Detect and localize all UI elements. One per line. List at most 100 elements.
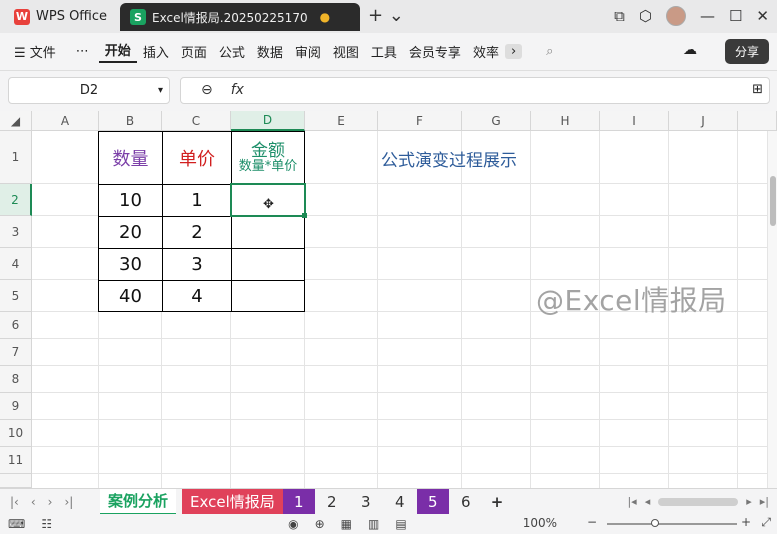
fill-handle[interactable] bbox=[302, 213, 307, 218]
row-header-11[interactable]: 11 bbox=[0, 447, 32, 474]
cell-c5[interactable]: 4 bbox=[162, 280, 231, 312]
horizontal-scroll-thumb[interactable] bbox=[658, 497, 739, 506]
cell-c2[interactable]: 1 bbox=[162, 184, 231, 216]
restore-tabs-icon[interactable]: ⧉ bbox=[614, 7, 625, 25]
row-header-7[interactable]: 7 bbox=[0, 339, 32, 366]
scroll-left-icon[interactable]: ◂ bbox=[645, 495, 651, 508]
prev-sheet-icon[interactable]: ‹ bbox=[31, 495, 36, 509]
cell-b4[interactable]: 30 bbox=[98, 248, 162, 280]
next-sheet-icon[interactable]: › bbox=[48, 495, 53, 509]
share-button[interactable]: 分享 bbox=[724, 39, 769, 64]
sheet-tab-case-analysis[interactable]: 案例分析 bbox=[100, 488, 177, 515]
cell-b5[interactable]: 40 bbox=[98, 280, 162, 312]
col-header-b[interactable]: B bbox=[99, 111, 162, 131]
macro-icon[interactable]: ⌨ bbox=[0, 517, 33, 531]
menu-formula[interactable]: 公式 bbox=[213, 42, 251, 61]
col-header-f[interactable]: F bbox=[378, 111, 462, 131]
menu-insert[interactable]: 插入 bbox=[137, 42, 175, 61]
sheet-tab-5[interactable]: 5 bbox=[416, 488, 449, 515]
zoom-level[interactable]: 100% bbox=[523, 516, 557, 530]
row-header-6[interactable]: 6 bbox=[0, 312, 32, 339]
maximize-icon[interactable]: ☐ bbox=[729, 7, 742, 25]
menu-tools[interactable]: 工具 bbox=[365, 42, 403, 61]
row-header-12[interactable] bbox=[0, 474, 32, 488]
row-header-4[interactable]: 4 bbox=[0, 248, 32, 280]
menu-efficiency[interactable]: 效率 bbox=[467, 42, 505, 61]
vertical-scrollbar[interactable] bbox=[767, 131, 777, 488]
select-all-corner[interactable]: ◢ bbox=[0, 111, 32, 131]
cell-c1-price-header[interactable]: 单价 bbox=[162, 131, 231, 184]
cloud-icon[interactable]: ☁ bbox=[683, 42, 697, 58]
cell-b2[interactable]: 10 bbox=[98, 184, 162, 216]
row-header-10[interactable]: 10 bbox=[0, 420, 32, 447]
sheet-tab-2[interactable]: 2 bbox=[315, 489, 349, 515]
cell-c3[interactable]: 2 bbox=[162, 216, 231, 248]
scroll-last-icon[interactable]: ▸| bbox=[760, 495, 769, 508]
row-header-9[interactable]: 9 bbox=[0, 393, 32, 420]
first-sheet-icon[interactable]: |‹ bbox=[10, 495, 19, 509]
minimize-icon[interactable]: — bbox=[700, 7, 715, 25]
zoom-formula-icon[interactable]: ⊖ bbox=[201, 82, 213, 98]
menu-review[interactable]: 审阅 bbox=[289, 42, 327, 61]
col-header-j[interactable]: J bbox=[669, 111, 738, 131]
menu-more[interactable]: ⋯ bbox=[70, 44, 95, 59]
search-icon[interactable]: ⌕ bbox=[540, 44, 559, 59]
col-header-k[interactable] bbox=[738, 111, 777, 131]
cell-d3[interactable] bbox=[231, 216, 305, 248]
col-header-a[interactable]: A bbox=[32, 111, 99, 131]
note-text[interactable]: 公式演变过程展示 bbox=[381, 146, 517, 171]
spreadsheet-grid[interactable]: ◢ A B C D E F G H I J 1 2 3 4 5 6 7 8 9 … bbox=[0, 111, 777, 488]
sheet-tab-1[interactable]: 1 bbox=[282, 488, 315, 515]
cell-c4[interactable]: 3 bbox=[162, 248, 231, 280]
fx-icon[interactable]: fx bbox=[231, 82, 244, 98]
sheet-tab-4[interactable]: 4 bbox=[383, 489, 417, 515]
menu-page[interactable]: 页面 bbox=[175, 42, 213, 61]
last-sheet-icon[interactable]: ›| bbox=[64, 495, 73, 509]
row-header-8[interactable]: 8 bbox=[0, 366, 32, 393]
add-sheet-button[interactable]: + bbox=[483, 489, 512, 515]
page-view-icon[interactable]: ▥ bbox=[360, 517, 387, 531]
vertical-scroll-thumb[interactable] bbox=[770, 176, 776, 226]
name-box[interactable]: D2 ▾ bbox=[8, 77, 170, 104]
row-header-2[interactable]: 2 bbox=[0, 184, 32, 216]
zoom-out-icon[interactable]: − bbox=[587, 515, 597, 529]
menu-member[interactable]: 会员专享 bbox=[403, 42, 467, 61]
col-header-i[interactable]: I bbox=[600, 111, 669, 131]
cell-d1-amount-header[interactable]: 金额 数量*单价 bbox=[231, 131, 305, 184]
eye-protection-icon[interactable]: ◉ bbox=[280, 517, 306, 531]
chevron-down-icon[interactable]: ▾ bbox=[158, 85, 163, 96]
cell-b3[interactable]: 20 bbox=[98, 216, 162, 248]
avatar[interactable] bbox=[665, 6, 686, 26]
cube-icon[interactable]: ⬡ bbox=[639, 7, 652, 25]
new-tab-button[interactable]: + ⌄ bbox=[368, 5, 404, 26]
zoom-slider[interactable] bbox=[607, 523, 737, 525]
locate-icon[interactable]: ⊕ bbox=[307, 517, 333, 531]
sheet-list-icon[interactable]: ☷ bbox=[33, 517, 60, 531]
scroll-first-icon[interactable]: |◂ bbox=[627, 495, 636, 508]
sheet-tab-3[interactable]: 3 bbox=[349, 489, 383, 515]
menu-file[interactable]: ☰ 文件 bbox=[8, 42, 62, 61]
tab-wps-home[interactable]: W WPS Office bbox=[8, 4, 112, 29]
scroll-right-icon[interactable]: ▸ bbox=[746, 495, 752, 508]
row-header-1[interactable]: 1 bbox=[0, 131, 32, 184]
col-header-h[interactable]: H bbox=[531, 111, 600, 131]
cell-b1-qty-header[interactable]: 数量 bbox=[98, 131, 162, 184]
zoom-in-icon[interactable]: + bbox=[741, 515, 751, 529]
row-header-3[interactable]: 3 bbox=[0, 216, 32, 248]
col-header-d[interactable]: D bbox=[231, 111, 305, 131]
col-header-c[interactable]: C bbox=[162, 111, 231, 131]
cell-d4[interactable] bbox=[231, 248, 305, 280]
zoom-slider-knob[interactable] bbox=[651, 519, 659, 527]
close-icon[interactable]: ✕ bbox=[756, 7, 769, 25]
col-header-g[interactable]: G bbox=[462, 111, 531, 131]
menu-scroll-right-button[interactable]: › bbox=[504, 44, 523, 59]
menu-view[interactable]: 视图 bbox=[327, 42, 365, 61]
cell-d5[interactable] bbox=[231, 280, 305, 312]
formula-input[interactable]: ⊖ fx ⊞ bbox=[180, 77, 770, 104]
normal-view-icon[interactable]: ▦ bbox=[333, 517, 360, 531]
menu-home[interactable]: 开始 bbox=[98, 40, 137, 63]
expand-formula-icon[interactable]: ⊞ bbox=[752, 82, 763, 97]
sheet-tab-excel-info[interactable]: Excel情报局 bbox=[182, 488, 283, 515]
fullscreen-icon[interactable]: ⤢ bbox=[761, 515, 771, 530]
row-header-5[interactable]: 5 bbox=[0, 280, 32, 312]
